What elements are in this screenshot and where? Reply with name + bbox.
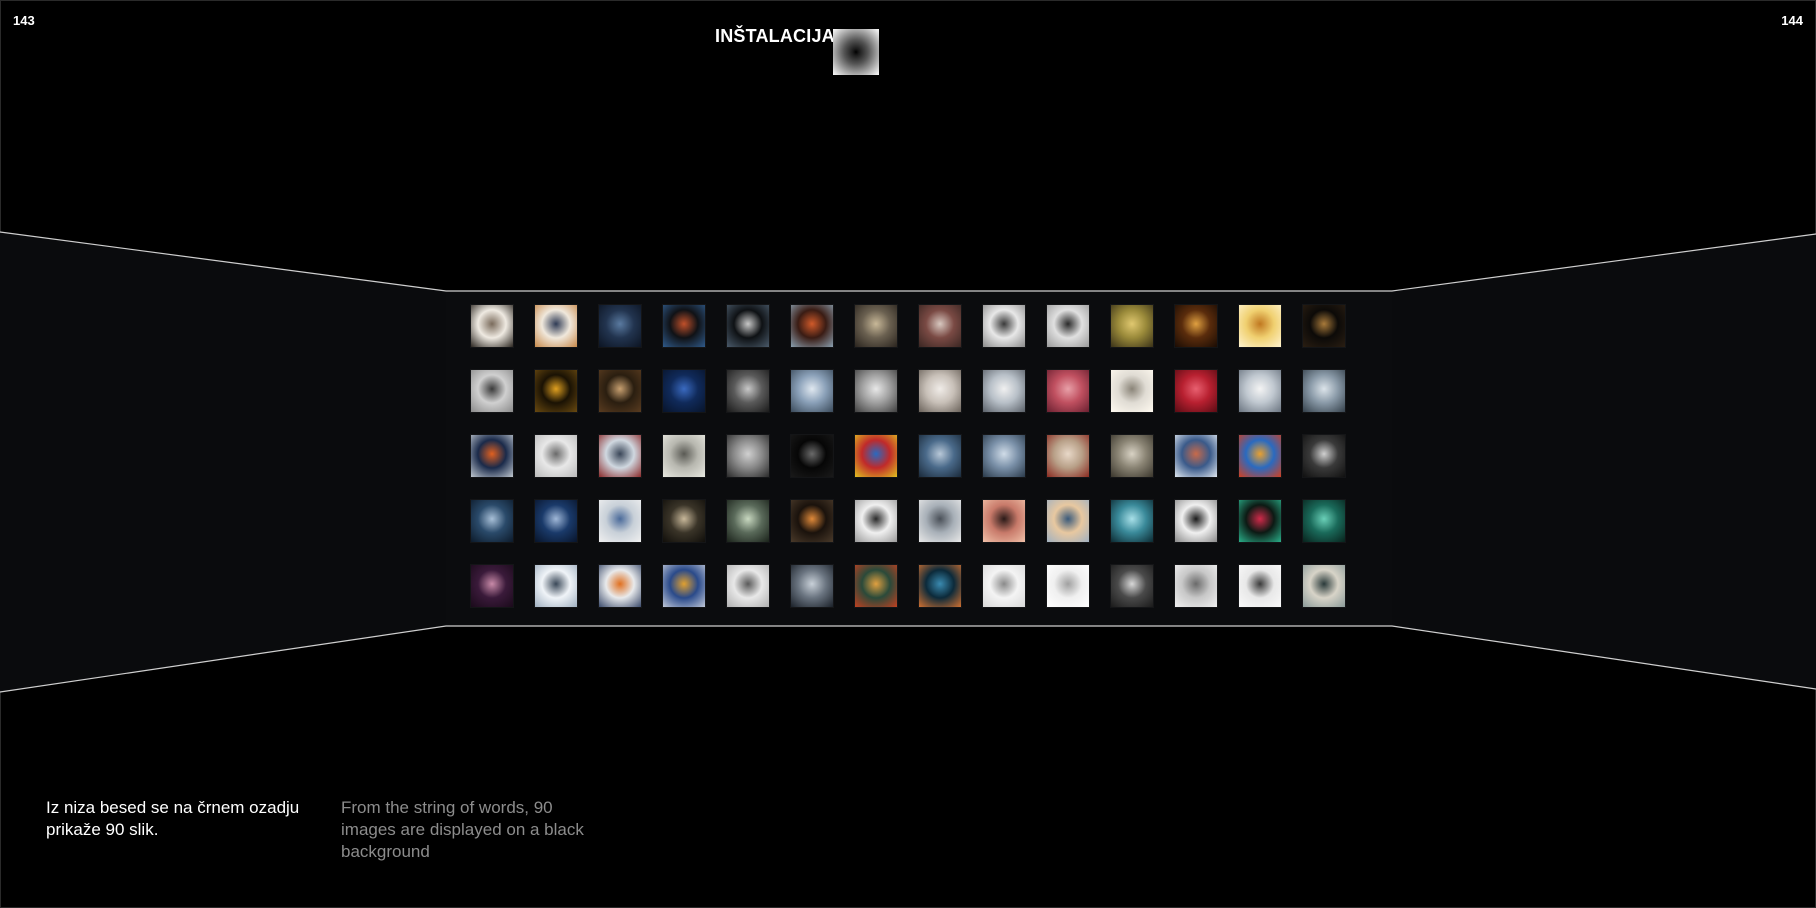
- thumb-r2-c2: [535, 370, 577, 412]
- thumb-r4-c3: [599, 500, 641, 542]
- thumb-r4-c1: [471, 500, 513, 542]
- thumb-r5-c13: [1239, 565, 1281, 607]
- thumb-r4-c6: [791, 500, 833, 542]
- thumb-r4-c13: [1239, 500, 1281, 542]
- thumb-r1-c9: [983, 305, 1025, 347]
- thumb-r2-c1: [471, 370, 513, 412]
- thumb-r3-c11: [1111, 435, 1153, 477]
- thumb-r2-c5: [727, 370, 769, 412]
- thumb-r3-c14: [1303, 435, 1345, 477]
- thumb-r5-c9: [983, 565, 1025, 607]
- thumb-r5-c14: [1303, 565, 1345, 607]
- thumb-r3-c7: [855, 435, 897, 477]
- thumb-r2-c10: [1047, 370, 1089, 412]
- caption-slovenian: Iz niza besed se na črnem ozadju prikaže…: [46, 798, 300, 839]
- thumb-r2-c13: [1239, 370, 1281, 412]
- thumb-r1-c12: [1175, 305, 1217, 347]
- thumb-r5-c12: [1175, 565, 1217, 607]
- thumb-r3-c2: [535, 435, 577, 477]
- left-wall: [0, 232, 446, 692]
- thumb-r4-c4: [663, 500, 705, 542]
- thumb-r3-c13: [1239, 435, 1281, 477]
- thumb-r4-c12: [1175, 500, 1217, 542]
- thumb-r1-c1: [471, 305, 513, 347]
- thumb-r2-c3: [599, 370, 641, 412]
- thumb-r5-c7: [855, 565, 897, 607]
- thumb-r4-c2: [535, 500, 577, 542]
- thumb-r1-c6: [791, 305, 833, 347]
- thumb-r2-c8: [919, 370, 961, 412]
- thumb-r3-c5: [727, 435, 769, 477]
- thumb-r2-c11: [1111, 370, 1153, 412]
- thumb-r3-c3: [599, 435, 641, 477]
- thumb-r2-c4: [663, 370, 705, 412]
- thumb-r5-c11: [1111, 565, 1153, 607]
- thumb-r3-c1: [471, 435, 513, 477]
- thumb-r1-c3: [599, 305, 641, 347]
- image-grid: [471, 305, 1345, 607]
- thumb-r2-c9: [983, 370, 1025, 412]
- thumb-r5-c1: [471, 565, 513, 607]
- thumb-r3-c12: [1175, 435, 1217, 477]
- thumb-r3-c6: [791, 435, 833, 477]
- thumb-r5-c2: [535, 565, 577, 607]
- thumb-r4-c8: [919, 500, 961, 542]
- thumb-r1-c4: [663, 305, 705, 347]
- thumb-r2-c7: [855, 370, 897, 412]
- thumb-r2-c6: [791, 370, 833, 412]
- thumb-r5-c5: [727, 565, 769, 607]
- thumb-r2-c12: [1175, 370, 1217, 412]
- thumb-r5-c6: [791, 565, 833, 607]
- thumb-r3-c8: [919, 435, 961, 477]
- thumb-r3-c4: [663, 435, 705, 477]
- right-wall: [1392, 234, 1816, 689]
- thumb-r3-c9: [983, 435, 1025, 477]
- thumb-r1-c14: [1303, 305, 1345, 347]
- thumb-r4-c14: [1303, 500, 1345, 542]
- thumb-r5-c4: [663, 565, 705, 607]
- thumb-r5-c3: [599, 565, 641, 607]
- thumb-r4-c9: [983, 500, 1025, 542]
- thumb-r1-c5: [727, 305, 769, 347]
- thumb-r1-c11: [1111, 305, 1153, 347]
- thumb-r2-c14: [1303, 370, 1345, 412]
- thumb-r5-c10: [1047, 565, 1089, 607]
- thumb-r4-c10: [1047, 500, 1089, 542]
- thumb-r5-c8: [919, 565, 961, 607]
- thumb-r4-c7: [855, 500, 897, 542]
- thumb-r4-c5: [727, 500, 769, 542]
- thumb-r1-c7: [855, 305, 897, 347]
- thumb-r4-c11: [1111, 500, 1153, 542]
- thumb-r1-c13: [1239, 305, 1281, 347]
- thumb-r1-c10: [1047, 305, 1089, 347]
- thumb-r3-c10: [1047, 435, 1089, 477]
- thumb-r1-c8: [919, 305, 961, 347]
- thumb-r1-c2: [535, 305, 577, 347]
- caption-english: From the string of words, 90 images are …: [341, 798, 584, 861]
